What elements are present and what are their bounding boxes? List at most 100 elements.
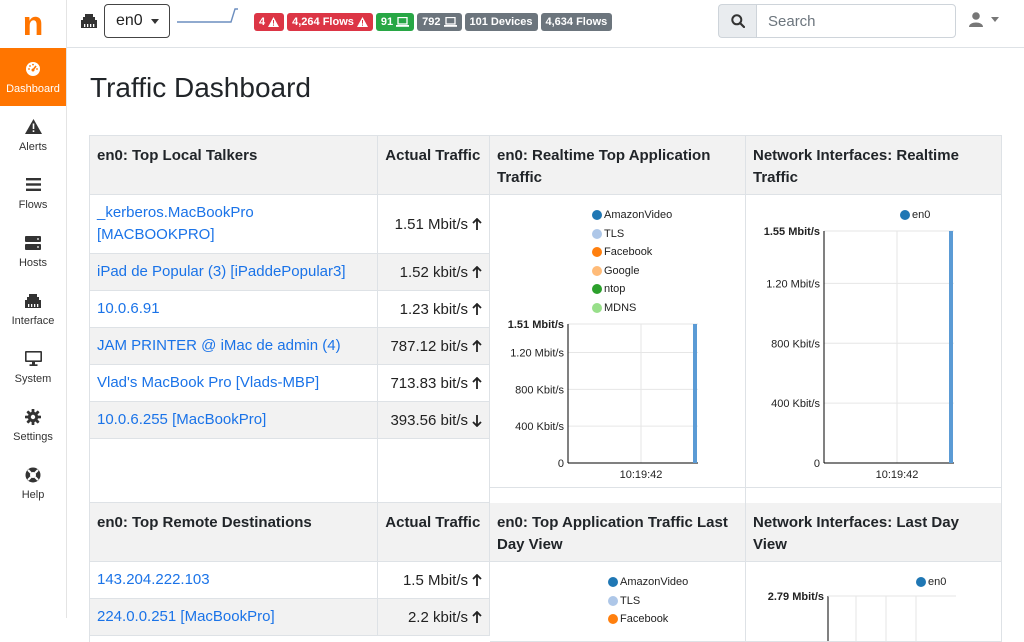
y-tick-label: 1.20 Mbit/s (766, 278, 820, 290)
host-link[interactable]: 224.0.0.251 [MacBookPro] (97, 606, 275, 628)
gear-icon (25, 408, 41, 426)
legend-swatch (608, 614, 618, 625)
legend-item[interactable]: Facebook (608, 610, 688, 629)
chart-svg: 0 400 Kbit/s 800 Kbit/s 1.20 Mbit/s 1.55 Mbi… (764, 226, 954, 481)
sidebar-item-label: Dashboard (6, 82, 60, 95)
host-link[interactable]: 143.204.222.103 (97, 569, 210, 591)
host-cell: Vlad's MacBook Pro [Vlads-MBP] (90, 365, 379, 402)
y-tick-label: 800 Kbit/s (515, 384, 564, 396)
flows-icon (25, 176, 41, 194)
traffic-cell: 1.51 Mbit/s (378, 195, 490, 254)
table-row: Vlad's MacBook Pro [Vlads-MBP] 713.83 bit… (90, 365, 490, 402)
realtime-iface-traffic-chart[interactable]: en0 0 400 Kbit/s 800 Kbit/s 1.20 Mbit/s 1.55 … (746, 195, 1001, 488)
arrow-up-icon (472, 302, 482, 315)
local-hosts-count: 91 (380, 16, 394, 28)
interface-select-value: en0 (116, 12, 143, 29)
interface-select[interactable]: en0 (104, 4, 170, 38)
sidebar-item-alerts[interactable]: Alerts (0, 106, 66, 164)
sidebar-item-help[interactable]: Help (0, 454, 66, 512)
dashboard-grid: en0: Top Local Talkers Actual Traffic _k… (89, 135, 1002, 642)
legend-item[interactable]: AmazonVideo (608, 573, 688, 592)
host-cell: 143.204.222.103 (90, 562, 379, 599)
traffic-value: 787.12 bit/s (390, 337, 468, 355)
alerted-flows-badge[interactable]: 4,264 Flows (287, 13, 373, 31)
sidebar-item-label: Settings (13, 430, 53, 443)
desktop-icon (24, 350, 42, 368)
x-tick-label: 10:19:42 (876, 469, 919, 481)
sidebar-item-label: System (14, 372, 52, 385)
traffic-cell: 393.56 bit/s (378, 402, 490, 439)
y-tick-label: 400 Kbit/s (515, 421, 564, 433)
host-cell: 10.0.6.91 (90, 291, 379, 328)
sidebar-item-settings[interactable]: Settings (0, 396, 66, 454)
sidebar-item-label: Help (21, 488, 45, 501)
table-row: 143.204.222.103 1.5 Mbit/s (90, 562, 490, 599)
traffic-cell: 1.23 kbit/s (378, 291, 490, 328)
lastday-iface-traffic-chart[interactable]: en0 2.79 Mbit/s (746, 562, 1001, 642)
local-hosts-badge[interactable]: 91 (375, 13, 415, 31)
host-cell: 10.0.6.255 [MacBookPro] (90, 402, 379, 439)
devices-badge[interactable]: 101 Devices (464, 13, 538, 31)
sidebar-item-hosts[interactable]: Hosts (0, 222, 66, 280)
lastday-app-traffic-chart[interactable]: AmazonVideo TLS Facebook (490, 562, 745, 642)
ethernet-icon (81, 14, 97, 33)
flows-count: 4,634 Flows (545, 16, 608, 28)
arrow-down-icon (472, 414, 482, 427)
alerts-badge[interactable]: 4 (254, 13, 285, 31)
ntopng-logo[interactable]: n (0, 0, 66, 48)
lastday-app-traffic-widget: en0: Top Application Traffic Last Day Vi… (490, 503, 746, 642)
host-link[interactable]: 10.0.6.255 [MacBookPro] (97, 409, 266, 431)
realtime-app-traffic-chart[interactable]: AmazonVideo TLS Facebook Google ntop MDNS 0 400… (490, 195, 745, 488)
sidebar-item-dashboard[interactable]: Dashboard (0, 48, 66, 106)
y-tick-label: 1.20 Mbit/s (510, 348, 564, 360)
bar[interactable] (949, 231, 953, 463)
lastday-iface-traffic-widget: Network Interfaces: Last Day View en0 2.7… (746, 503, 1002, 642)
arrow-up-icon (472, 610, 482, 623)
host-link[interactable]: iPad de Popular (3) [iPaddePopular3] (97, 261, 346, 283)
search-button[interactable] (718, 4, 756, 38)
arrow-up-icon (472, 339, 482, 352)
devices-count: 101 Devices (469, 16, 533, 28)
y-tick-label: 400 Kbit/s (771, 398, 820, 410)
host-cell: _kerberos.MacBookPro [MACBOOKPRO] (90, 195, 379, 254)
remote-hosts-count: 792 (422, 16, 441, 28)
host-link[interactable]: _kerberos.MacBookPro [MACBOOKPRO] (97, 202, 370, 246)
sidebar-item-flows[interactable]: Flows (0, 164, 66, 222)
empty-cell (378, 439, 490, 503)
arrow-up-icon (472, 265, 482, 278)
search-input[interactable] (756, 4, 956, 38)
realtime-app-traffic-header: en0: Realtime Top Application Traffic (490, 136, 745, 195)
y-tick-label: 1.55 Mbit/s (764, 226, 820, 238)
remote-hosts-badge[interactable]: 792 (417, 13, 462, 31)
table-row: 10.0.6.91 1.23 kbit/s (90, 291, 490, 328)
host-link[interactable]: Vlad's MacBook Pro [Vlads-MBP] (97, 372, 319, 394)
bar[interactable] (693, 324, 697, 463)
traffic-sparkline[interactable] (177, 6, 239, 26)
traffic-cell: 1.52 kbit/s (378, 254, 490, 291)
host-cell: iPad de Popular (3) [iPaddePopular3] (90, 254, 379, 291)
sidebar-item-label: Flows (18, 198, 48, 211)
alerted-flows-count: 4,264 Flows (292, 16, 354, 28)
traffic-value: 713.83 bit/s (390, 374, 468, 392)
actual-traffic-header: Actual Traffic (378, 136, 490, 195)
traffic-cell: 713.83 bit/s (378, 365, 490, 402)
lastday-iface-traffic-header: Network Interfaces: Last Day View (746, 503, 1001, 562)
traffic-value: 1.52 kbit/s (399, 263, 468, 281)
logo-glyph: n (22, 5, 44, 43)
top-navbar: en0 4 4,264 Flows 91 792 101 Devices 4,6… (67, 0, 1024, 48)
traffic-value: 2.2 kbit/s (407, 608, 468, 626)
top-remote-destinations-header: en0: Top Remote Destinations (90, 503, 379, 562)
legend-item[interactable]: TLS (608, 592, 688, 611)
chart-svg: 0 400 Kbit/s 800 Kbit/s 1.20 Mbit/s 1.51 Mbi… (508, 319, 698, 481)
host-link[interactable]: 10.0.6.91 (97, 298, 160, 320)
sidebar: n Dashboard Alerts Flows Hosts Interface (0, 0, 67, 618)
gauge-icon (25, 60, 41, 78)
y-tick-label: 800 Kbit/s (771, 338, 820, 350)
host-link[interactable]: JAM PRINTER @ iMac de admin (4) (97, 335, 341, 357)
flows-badge[interactable]: 4,634 Flows (540, 13, 613, 31)
sidebar-item-interface[interactable]: Interface (0, 280, 66, 338)
user-menu[interactable] (969, 12, 999, 27)
y-tick-label: 2.79 Mbit/s (768, 591, 824, 603)
sidebar-item-system[interactable]: System (0, 338, 66, 396)
traffic-cell: 1.5 Mbit/s (378, 562, 490, 599)
